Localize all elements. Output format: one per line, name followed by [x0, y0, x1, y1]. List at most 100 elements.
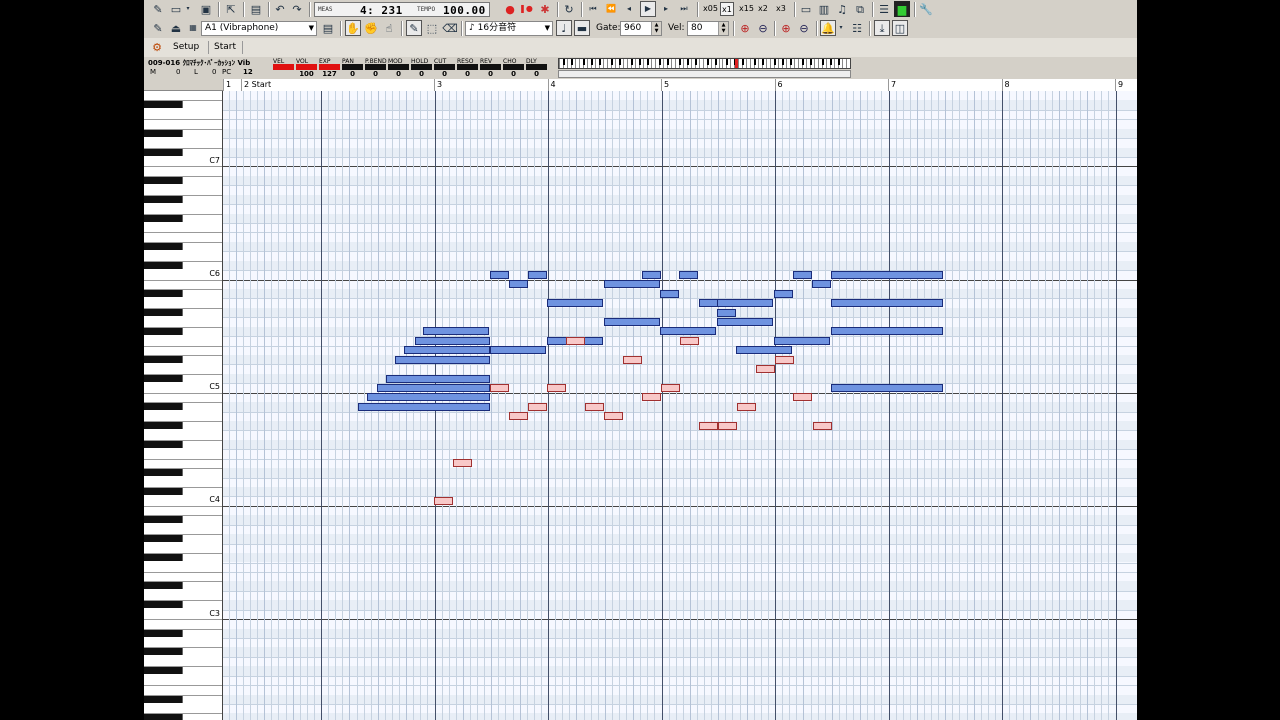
white-key[interactable]: [144, 119, 222, 121]
note-block[interactable]: [831, 299, 943, 308]
black-key[interactable]: [144, 554, 183, 562]
white-key[interactable]: [144, 628, 222, 630]
white-key[interactable]: [144, 392, 222, 394]
white-key[interactable]: [144, 402, 222, 404]
record-pause-icon[interactable]: ❚●: [518, 1, 534, 17]
black-key[interactable]: [144, 648, 183, 656]
score-icon[interactable]: ♫: [834, 1, 850, 17]
black-key[interactable]: [144, 308, 183, 316]
speed-x05[interactable]: x05: [702, 2, 719, 16]
black-key[interactable]: [144, 422, 183, 430]
zoom-vertical-out-icon[interactable]: ⊖: [796, 20, 812, 36]
white-key[interactable]: [144, 194, 222, 196]
note-block[interactable]: [386, 374, 490, 383]
eraser-icon[interactable]: ⌫: [442, 20, 458, 36]
note-block[interactable]: [404, 346, 490, 355]
note-block[interactable]: [604, 280, 660, 289]
export-icon[interactable]: ⇱: [223, 1, 239, 17]
note-block[interactable]: [377, 384, 490, 393]
mixer-rev[interactable]: REV 0: [480, 57, 501, 79]
piano-roll-icon[interactable]: ▥: [816, 1, 832, 17]
note-block-secondary[interactable]: [718, 421, 737, 430]
mixer-vol[interactable]: VOL 100: [296, 57, 317, 79]
white-key[interactable]: [144, 713, 222, 715]
white-key[interactable]: [144, 373, 222, 375]
undo-icon[interactable]: ↶: [272, 1, 288, 17]
note-block-secondary[interactable]: [661, 384, 680, 393]
note-block-secondary[interactable]: [528, 402, 547, 411]
note-block-secondary[interactable]: [453, 459, 472, 468]
speed-x15[interactable]: x15: [738, 2, 755, 16]
mixer-vel[interactable]: VEL: [273, 57, 294, 79]
note-block-secondary[interactable]: [490, 384, 509, 393]
black-key[interactable]: [144, 101, 183, 109]
mixer-pan[interactable]: PAN 0: [342, 57, 363, 79]
white-key[interactable]: [144, 175, 222, 177]
black-key[interactable]: [144, 261, 183, 269]
note-block[interactable]: [774, 289, 793, 298]
note-block-secondary[interactable]: [585, 402, 604, 411]
white-key[interactable]: [144, 694, 222, 696]
go-start-icon[interactable]: ⏮: [585, 1, 601, 17]
velocity-spinner[interactable]: ▲ ▼: [718, 22, 728, 35]
note-block[interactable]: [831, 327, 943, 336]
black-key[interactable]: [144, 469, 183, 477]
pencil-icon[interactable]: ✎: [406, 20, 422, 36]
loop-icon[interactable]: ↻: [561, 1, 577, 17]
note-block[interactable]: [490, 346, 546, 355]
black-key[interactable]: [144, 176, 183, 184]
note-block[interactable]: [395, 355, 490, 364]
white-key[interactable]: [144, 458, 222, 460]
black-key[interactable]: [144, 148, 183, 156]
tab-setup[interactable]: Setup: [169, 40, 203, 55]
note-block[interactable]: [642, 270, 661, 279]
white-key[interactable]: [144, 213, 222, 215]
meter-icon[interactable]: ▆: [894, 1, 910, 17]
note-block-secondary[interactable]: [775, 355, 794, 364]
note-block[interactable]: [717, 308, 736, 317]
note-block[interactable]: [831, 384, 943, 393]
open-folder-icon[interactable]: ▭: [168, 1, 184, 17]
black-key[interactable]: [144, 601, 183, 609]
import-icon[interactable]: ⤓: [874, 20, 890, 36]
note-block-secondary[interactable]: [813, 421, 832, 430]
note-block[interactable]: [509, 280, 528, 289]
zoom-in-icon[interactable]: ⊕: [737, 20, 753, 36]
tab-start[interactable]: Start: [210, 40, 240, 55]
track-view-icon[interactable]: ▭: [798, 1, 814, 17]
piano-keyboard[interactable]: C7 C6 C5 C4 C3: [144, 91, 223, 720]
white-key[interactable]: [144, 147, 222, 149]
punch-record-icon[interactable]: ✱: [537, 1, 553, 17]
note-block[interactable]: [774, 336, 830, 345]
white-key[interactable]: [144, 355, 222, 357]
gate-mode-icon[interactable]: ▬: [574, 20, 590, 36]
black-key[interactable]: [144, 582, 183, 590]
white-key[interactable]: [144, 307, 222, 309]
speed-x3[interactable]: x3: [775, 2, 787, 16]
white-key[interactable]: [144, 685, 222, 687]
note-block[interactable]: [699, 299, 718, 308]
step-forward-icon[interactable]: ▸: [658, 1, 674, 17]
go-end-icon[interactable]: ⏭: [676, 1, 692, 17]
white-key[interactable]: [144, 487, 222, 489]
velocity-input[interactable]: 80 ▲ ▼: [687, 21, 729, 36]
mixer-exp[interactable]: EXP 127: [319, 57, 340, 79]
speed-x2[interactable]: x2: [757, 2, 769, 16]
toggle-view-icon[interactable]: ◫: [892, 20, 908, 36]
white-key[interactable]: [144, 439, 222, 441]
white-key[interactable]: [144, 279, 222, 281]
mixer-pbend[interactable]: P.BEND 0: [365, 57, 387, 79]
note-block-secondary[interactable]: [756, 365, 775, 374]
step-input-icon[interactable]: ♩: [556, 20, 572, 36]
white-key[interactable]: [144, 619, 222, 621]
black-key[interactable]: [144, 488, 183, 496]
note-block[interactable]: [660, 289, 679, 298]
mini-keyboard-scrollbar[interactable]: [558, 70, 851, 78]
white-key[interactable]: [144, 128, 222, 130]
note-block[interactable]: [793, 270, 812, 279]
settings-wrench-icon[interactable]: 🔧: [918, 1, 934, 17]
white-key[interactable]: [144, 100, 222, 102]
play-icon[interactable]: ▶: [640, 1, 656, 17]
note-block-secondary[interactable]: [509, 412, 528, 421]
gate-spinner[interactable]: ▲ ▼: [651, 22, 661, 35]
